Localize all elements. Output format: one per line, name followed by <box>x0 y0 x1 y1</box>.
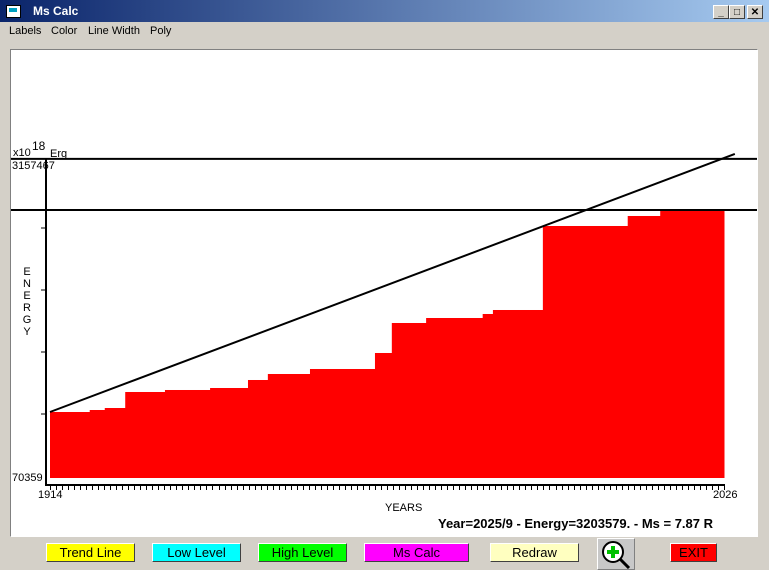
energy-step-bar <box>104 407 126 478</box>
y-axis-label: ENERGY <box>22 266 32 338</box>
energy-step-bar <box>164 389 211 478</box>
energy-step-bar <box>125 391 166 478</box>
energy-step-bar <box>627 215 661 478</box>
y-unit-prefix: x10 <box>13 147 31 159</box>
x-axis-label: YEARS <box>385 502 423 514</box>
high-level-button[interactable]: High Level <box>258 543 347 562</box>
low-level-button[interactable]: Low Level <box>152 543 241 562</box>
y-max-label: 3157467 <box>12 160 55 172</box>
energy-step-bar <box>247 379 269 478</box>
energy-step-bar <box>660 210 725 478</box>
zoom-in-button[interactable] <box>597 538 635 570</box>
energy-chart <box>11 153 757 490</box>
energy-step-bar <box>267 373 311 478</box>
exit-button[interactable]: EXIT <box>670 543 717 562</box>
x-max-label: 2026 <box>713 489 738 501</box>
y-min-label: 70359 <box>12 472 43 484</box>
y-unit-exponent: 18 <box>32 139 46 153</box>
x-min-label: 1914 <box>38 489 63 501</box>
energy-step-bar <box>374 352 393 478</box>
energy-step-bar <box>542 225 629 478</box>
energy-step-bar <box>210 387 249 478</box>
trend-line-button[interactable]: Trend Line <box>46 543 135 562</box>
status-readout: Year=2025/9 - Energy=3203579. - Ms = 7.8… <box>438 516 713 531</box>
y-unit: Erg <box>50 148 68 160</box>
energy-step-bar <box>426 317 484 478</box>
energy-step-bar <box>309 368 376 478</box>
energy-step-bar <box>89 409 106 478</box>
energy-step-bar <box>482 313 494 478</box>
energy-step-bar <box>50 411 91 478</box>
zoom-in-icon <box>602 541 631 569</box>
redraw-button[interactable]: Redraw <box>490 543 579 562</box>
energy-step-bar <box>492 309 544 478</box>
ms-calc-button[interactable]: Ms Calc <box>364 543 469 562</box>
energy-step-bar <box>391 322 427 478</box>
